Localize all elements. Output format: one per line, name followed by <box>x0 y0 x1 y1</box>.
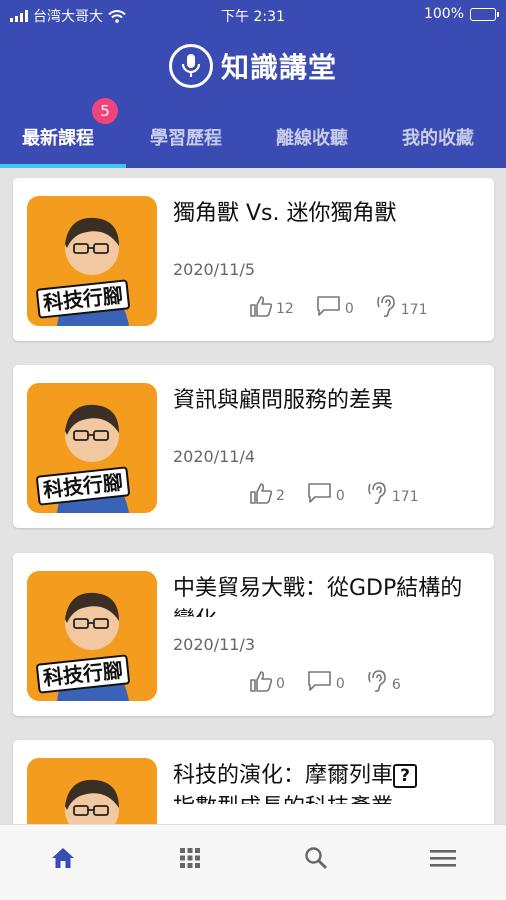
like-stat[interactable]: 2 <box>249 482 285 504</box>
listen-count: 171 <box>391 489 419 505</box>
course-card[interactable]: 科技行腳 獨角獸 Vs. 迷你獨角獸 2020/11/5 12 0 171 <box>13 178 494 341</box>
course-title-part: 指數型成長的科技產業 <box>173 795 393 804</box>
course-title: 獨角獸 Vs. 迷你獨角獸 <box>173 201 397 226</box>
course-stats: 0 0 6 <box>249 669 401 693</box>
hearing-icon <box>368 482 386 505</box>
bottom-navigation <box>0 824 506 900</box>
tab-learning-history[interactable]: 學習歷程 <box>150 124 250 152</box>
course-stats: 12 0 171 <box>249 294 427 318</box>
comment-stat[interactable]: 0 <box>307 670 345 692</box>
like-stat[interactable]: 0 <box>249 670 285 692</box>
course-thumbnail: 科技行腳 <box>27 196 157 326</box>
like-count: 0 <box>276 676 285 692</box>
listen-stat: 6 <box>367 669 401 693</box>
comment-count: 0 <box>344 301 354 317</box>
course-thumbnail: 科技行腳 <box>27 383 157 513</box>
course-stats: 2 0 171 <box>249 481 419 505</box>
hearing-icon <box>368 670 386 693</box>
microphone-icon <box>168 44 213 88</box>
thumbs-up-icon <box>250 483 273 504</box>
listen-count: 171 <box>400 302 428 318</box>
tab-latest-courses[interactable]: 最新課程 <box>22 124 122 152</box>
nav-menu-button[interactable] <box>428 843 458 873</box>
app-title-bar: 知識講堂 <box>0 42 506 90</box>
course-card[interactable]: 科技行腳 中美貿易大戰：從GDP結構的變化 2020/11/3 0 0 6 <box>13 553 494 716</box>
unknown-glyph-box: ? <box>393 764 418 788</box>
tab-bar: 最新課程 學習歷程 離線收聽 我的收藏 <box>0 110 506 168</box>
app-header: 台湾大哥大 下午 2:31 100% 知識講堂 最新課程 學習歷程 離線收聽 我… <box>0 0 506 168</box>
grid-icon <box>180 848 200 868</box>
nav-home-button[interactable] <box>48 843 78 873</box>
comment-icon <box>317 296 340 316</box>
comment-stat[interactable]: 0 <box>316 295 354 317</box>
course-title: 科技的演化：摩爾列車? 指數型成長的科技產業 <box>173 760 473 804</box>
like-stat[interactable]: 12 <box>249 295 294 317</box>
app-title: 知識講堂 <box>220 51 337 84</box>
course-date: 2020/11/4 <box>173 447 256 466</box>
nav-categories-button[interactable] <box>175 843 205 873</box>
menu-icon <box>430 850 456 867</box>
listen-stat: 171 <box>367 481 419 505</box>
course-card[interactable]: 科技行腳 資訊與顧問服務的差異 2020/11/4 2 0 171 <box>13 365 494 528</box>
tab-offline-listening[interactable]: 離線收聽 <box>276 124 376 152</box>
comment-count: 0 <box>335 488 345 504</box>
thumbs-up-icon <box>250 671 273 692</box>
course-card[interactable]: 科技行腳 科技的演化：摩爾列車? 指數型成長的科技產業 <box>13 740 494 824</box>
listen-count: 6 <box>391 677 401 693</box>
listen-stat: 171 <box>376 294 428 318</box>
battery-percent: 100% <box>423 6 464 22</box>
thumbs-up-icon <box>250 296 273 317</box>
course-thumbnail: 科技行腳 <box>27 758 157 824</box>
comment-stat[interactable]: 0 <box>307 482 345 504</box>
like-count: 2 <box>276 488 285 504</box>
nav-search-button[interactable] <box>301 843 331 873</box>
home-icon <box>52 848 74 868</box>
comment-icon <box>308 671 331 691</box>
status-bar: 台湾大哥大 下午 2:31 100% <box>0 0 506 30</box>
course-date: 2020/11/3 <box>173 635 256 654</box>
course-title: 中美貿易大戰：從GDP結構的變化 <box>173 576 463 617</box>
search-icon <box>305 847 327 869</box>
course-title-part: 科技的演化：摩爾列車 <box>173 763 394 788</box>
course-title: 資訊與顧問服務的差異 <box>173 388 394 413</box>
tab-my-favorites[interactable]: 我的收藏 <box>402 124 502 152</box>
new-course-badge: 5 <box>92 98 118 124</box>
battery-icon <box>470 7 499 21</box>
comment-icon <box>308 483 331 503</box>
course-thumbnail: 科技行腳 <box>27 571 157 701</box>
like-count: 12 <box>276 301 294 317</box>
course-date: 2020/11/5 <box>173 260 256 279</box>
comment-count: 0 <box>335 676 345 692</box>
hearing-icon <box>376 295 395 318</box>
course-list[interactable]: 科技行腳 獨角獸 Vs. 迷你獨角獸 2020/11/5 12 0 171 科技… <box>0 168 506 824</box>
